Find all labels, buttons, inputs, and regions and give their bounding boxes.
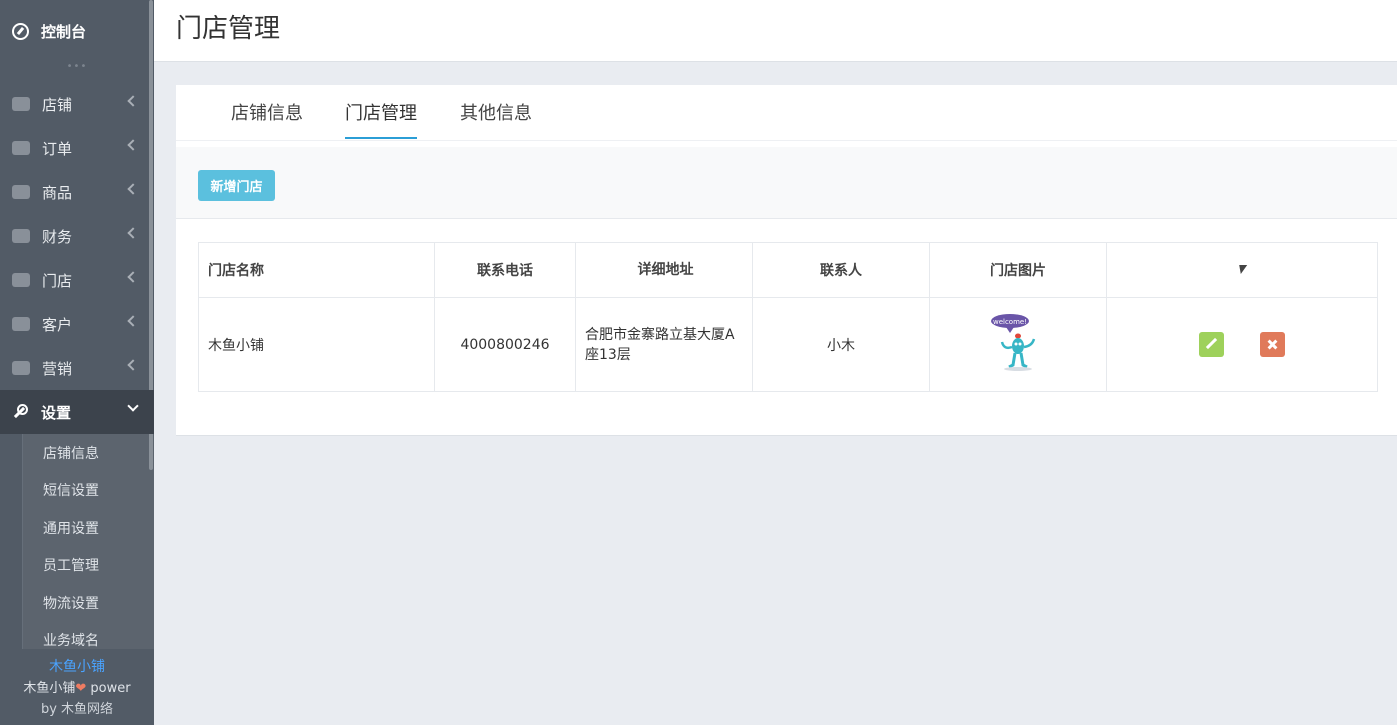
footer-power-suffix: power [86, 681, 131, 696]
more-dots: ••• [66, 61, 88, 72]
store-phone-cell: 4000800246 [434, 297, 576, 392]
submenu-item-sms-settings[interactable]: 短信设置 [22, 471, 154, 509]
cash-icon [12, 229, 30, 243]
page-title: 门店管理 [176, 14, 281, 44]
chevron-left-icon [127, 139, 139, 151]
sidebar-item-label: 商品 [42, 183, 73, 202]
tab-other-info[interactable]: 其他信息 [460, 99, 532, 137]
sidebar-item-label: 营销 [42, 359, 73, 378]
balance-scale-icon [12, 185, 30, 199]
settings-submenu: 店铺信息 短信设置 通用设置 员工管理 物流设置 业务域名 [0, 434, 154, 659]
column-header-contact: 联系人 [752, 242, 930, 298]
delete-times-icon[interactable] [1260, 332, 1286, 357]
store-name-cell: 木鱼小铺 [198, 297, 435, 392]
tab-bar: 店铺信息 门店管理 其他信息 [176, 85, 1397, 141]
money-icon [12, 141, 30, 155]
column-header-phone: 联系电话 [434, 242, 576, 298]
tab-shop-info[interactable]: 店铺信息 [231, 99, 303, 137]
sidebar: 控制台 ••• 店铺 订单 商品 财务 门店 客户 营销 设置 店铺信息 短信设… [0, 0, 154, 725]
sidebar-item-label: 控制台 [41, 22, 87, 41]
chevron-down-icon [127, 400, 139, 412]
chevron-left-icon [127, 359, 139, 371]
sidebar-item-label: 客户 [42, 315, 73, 334]
store-image-cell: welcome! [929, 297, 1107, 392]
gift-icon [12, 361, 30, 375]
welcome-text: welcome! [993, 318, 1027, 326]
users-icon [12, 317, 30, 331]
chevron-left-icon [127, 227, 139, 239]
sidebar-item-marketing[interactable]: 营销 [0, 346, 154, 390]
submenu-item-shop-info[interactable]: 店铺信息 [22, 434, 154, 472]
basket-icon [12, 97, 30, 111]
sidebar-item-orders[interactable]: 订单 [0, 126, 154, 170]
compass-icon [12, 22, 29, 40]
heart-icon: ❤ [75, 681, 87, 696]
sidebar-item-stores[interactable]: 门店 [0, 258, 154, 302]
sidebar-item-dashboard[interactable]: 控制台 [0, 0, 154, 62]
column-header-address: 详细地址 [575, 242, 753, 298]
sidebar-item-label: 订单 [42, 139, 73, 158]
table-header-row: 门店名称 联系电话 详细地址 联系人 门店图片 [198, 242, 1378, 298]
sidebar-item-customers[interactable]: 客户 [0, 302, 154, 346]
footer-power-prefix: 木鱼小铺 [23, 681, 76, 696]
sitemap-icon [12, 273, 30, 287]
footer-power: 木鱼小铺❤ power [0, 678, 154, 699]
footer-brand[interactable]: 木鱼小铺 [0, 657, 154, 678]
edit-pencil-icon[interactable] [1198, 332, 1224, 357]
wrench-icon [12, 404, 28, 420]
add-store-button[interactable]: 新增门店 [198, 170, 275, 201]
store-table: 门店名称 联系电话 详细地址 联系人 门店图片 木鱼小铺 4000800246 … [198, 242, 1378, 392]
column-header-actions [1106, 242, 1378, 298]
sidebar-item-label: 设置 [41, 403, 72, 422]
column-header-image: 门店图片 [929, 242, 1107, 298]
submenu-item-general-settings[interactable]: 通用设置 [22, 509, 154, 547]
store-actions-cell [1106, 297, 1378, 392]
main-card: 店铺信息 门店管理 其他信息 新增门店 门店名称 联系电话 详细地址 联系人 门… [176, 85, 1397, 436]
column-header-name: 门店名称 [198, 242, 435, 298]
sidebar-item-label: 财务 [42, 227, 73, 246]
chevron-left-icon [127, 271, 139, 283]
sidebar-item-label: 店铺 [42, 95, 73, 114]
submenu-item-logistics[interactable]: 物流设置 [22, 584, 154, 622]
store-contact-cell: 小木 [752, 297, 930, 392]
chevron-left-icon [127, 95, 139, 107]
store-image-welcome-mascot: welcome! [991, 313, 1036, 371]
sidebar-footer: 木鱼小铺 木鱼小铺❤ power by 木鱼网络 [0, 649, 154, 725]
sidebar-item-settings[interactable]: 设置 [0, 390, 154, 434]
bolt-icon [1236, 265, 1248, 274]
tab-store-management[interactable]: 门店管理 [345, 99, 417, 139]
footer-by: by 木鱼网络 [40, 702, 114, 717]
sidebar-item-shop[interactable]: 店铺 [0, 82, 154, 126]
sidebar-item-finance[interactable]: 财务 [0, 214, 154, 258]
toolbar: 新增门店 [176, 147, 1397, 219]
page-header: 门店管理 [154, 0, 1397, 62]
chevron-left-icon [127, 315, 139, 327]
chevron-left-icon [127, 183, 139, 195]
store-address-cell: 合肥市金寨路立基大厦A座13层 [575, 297, 753, 392]
sidebar-item-products[interactable]: 商品 [0, 170, 154, 214]
sidebar-item-label: 门店 [42, 271, 73, 290]
submenu-item-staff[interactable]: 员工管理 [22, 546, 154, 584]
table-row: 木鱼小铺 4000800246 合肥市金寨路立基大厦A座13层 小木 welco… [198, 297, 1378, 392]
